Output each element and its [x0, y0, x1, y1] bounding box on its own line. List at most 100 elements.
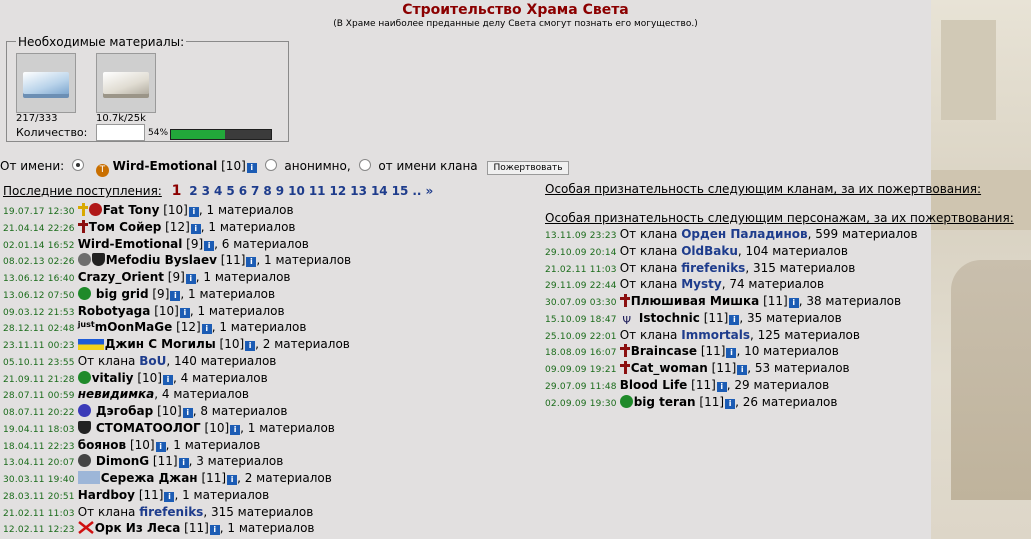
player-nickname[interactable]: DimonG — [92, 454, 149, 468]
pager-link[interactable]: 14 — [371, 184, 388, 198]
radio-self[interactable] — [72, 159, 84, 171]
alignment-icon: T — [95, 164, 109, 177]
player-nickname[interactable]: mOonMaGe — [95, 320, 173, 334]
player-nickname[interactable]: Джин С Могилы — [105, 337, 216, 351]
red-ball-icon — [88, 203, 102, 216]
pager-link[interactable]: 10 — [288, 184, 305, 198]
pager-link[interactable]: 6 — [239, 184, 247, 198]
clan-link[interactable]: firefeniks — [681, 261, 745, 275]
info-icon[interactable]: i — [725, 398, 736, 409]
info-icon[interactable]: i — [729, 314, 740, 325]
info-icon[interactable]: i — [227, 475, 238, 485]
player-nickname[interactable]: Fat Tony — [103, 203, 160, 217]
info-icon[interactable]: i — [188, 207, 199, 217]
player-nickname[interactable]: Дэгобар — [92, 404, 153, 418]
info-icon[interactable]: i — [170, 290, 181, 301]
clan-link[interactable]: BoU — [139, 354, 166, 368]
pager-link[interactable]: .. — [412, 184, 421, 198]
info-icon[interactable]: i — [185, 274, 196, 284]
player-nickname[interactable]: СТОМАТООЛОГ — [92, 421, 201, 435]
info-icon[interactable]: i — [246, 257, 257, 268]
material-count: , 1 материалов — [189, 303, 285, 318]
info-icon[interactable]: i — [190, 223, 201, 234]
donation-row: 30.03.11 19:40 Сережа Джан [11] i, 2 матер… — [3, 471, 332, 485]
player-nickname[interactable]: Braincase — [631, 344, 697, 358]
player-nickname[interactable]: Том Сойер — [89, 220, 162, 234]
material-count: , 3 материалов — [188, 454, 284, 469]
clan-link[interactable]: Immortals — [681, 328, 750, 342]
player-level: [10] — [154, 303, 179, 318]
gray-stone-slab-icon — [103, 72, 149, 94]
clan-prefix: От клана — [77, 504, 140, 519]
material-count: , 2 материалов — [237, 471, 332, 485]
pager-link[interactable]: 7 — [251, 184, 259, 198]
pager-link[interactable]: 13 — [350, 184, 367, 198]
material-slot-2[interactable] — [96, 53, 156, 113]
info-icon[interactable]: i — [737, 365, 748, 375]
donation-timestamp: 02.09.09 19:30 — [545, 398, 617, 409]
green-orb-icon — [619, 394, 633, 408]
pager-link[interactable]: 4 — [214, 184, 222, 198]
info-icon[interactable]: i — [178, 458, 189, 469]
info-icon[interactable]: i — [201, 324, 212, 335]
info-icon[interactable]: i — [179, 307, 190, 318]
player-nickname[interactable]: Орк Из Леса — [95, 521, 181, 535]
red-cross-icon — [619, 361, 630, 374]
donation-timestamp: 30.07.09 03:30 — [545, 298, 617, 308]
clan-link[interactable]: firefeniks — [139, 505, 203, 519]
quantity-input[interactable] — [96, 124, 145, 141]
player-nickname[interactable]: Сережа Джан — [101, 471, 198, 485]
info-icon[interactable]: i — [204, 240, 215, 251]
player-nickname[interactable]: big grid — [92, 287, 149, 301]
player-nickname[interactable]: Cat_woman — [631, 361, 708, 375]
player-nickname[interactable]: Плюшивая Мишка — [631, 294, 760, 308]
pager-link[interactable]: 3 — [202, 184, 210, 198]
shield-icon — [91, 253, 105, 267]
donate-button[interactable]: Пожертвовать — [487, 161, 569, 175]
pager-link[interactable]: 2 — [189, 184, 197, 198]
pager-link[interactable]: » — [425, 184, 433, 198]
info-icon[interactable]: i — [246, 163, 257, 173]
player-level: [11] — [152, 454, 178, 469]
material-count: , 1 материалов — [180, 286, 276, 301]
pager-link[interactable]: 5 — [226, 184, 234, 198]
clan-link[interactable]: OldBaku — [681, 244, 738, 258]
player-nickname[interactable]: vitaliy — [92, 371, 134, 385]
player-level: [10] — [204, 420, 230, 435]
player-nickname[interactable]: Robotyaga — [78, 304, 151, 318]
player-nickname[interactable]: Wird-Emotional — [78, 237, 183, 251]
clan-link[interactable]: Mysty — [681, 277, 721, 291]
pager-link[interactable]: 8 — [263, 184, 271, 198]
donation-timestamp: 29.07.09 11:48 — [545, 381, 617, 392]
player-nickname[interactable]: Hardboy — [78, 488, 135, 502]
info-icon[interactable]: i — [726, 348, 737, 359]
material-slot-1[interactable] — [16, 53, 76, 113]
info-icon[interactable]: i — [788, 298, 799, 308]
info-icon[interactable]: i — [230, 424, 241, 435]
radio-clan[interactable] — [358, 159, 371, 171]
info-icon[interactable]: i — [162, 374, 173, 385]
blue-stone-slab-icon — [23, 72, 69, 94]
pager-link[interactable]: 15 — [392, 184, 409, 198]
info-icon[interactable]: i — [209, 525, 220, 536]
material-count-2: 10.7k/25k — [96, 113, 146, 124]
material-count: , 104 материалов — [737, 243, 848, 258]
info-icon[interactable]: i — [245, 341, 256, 351]
info-icon[interactable]: i — [716, 381, 727, 392]
player-nickname[interactable]: Crazy_Orient — [78, 270, 164, 284]
donation-row: 28.12.11 02:48 justmOonMaGe [12] i, 1 мате… — [3, 320, 306, 335]
info-icon[interactable]: i — [164, 491, 175, 502]
player-nickname[interactable]: Istochnic — [635, 311, 700, 325]
pager-link[interactable]: 11 — [309, 184, 326, 198]
player-nickname[interactable]: Blood Life — [620, 378, 688, 392]
player-nickname[interactable]: Mefodiu Byslaev — [106, 253, 217, 267]
clan-link[interactable]: Орден Паладинов — [681, 227, 807, 241]
player-nickname[interactable]: big teran — [634, 395, 696, 409]
player-nickname[interactable]: боянов — [78, 438, 126, 452]
player-nickname[interactable]: невидимка — [78, 387, 155, 401]
radio-anonymous[interactable] — [264, 159, 277, 171]
pager-link[interactable]: 12 — [330, 184, 347, 198]
pager-link[interactable]: 9 — [276, 184, 284, 198]
info-icon[interactable]: i — [182, 408, 193, 418]
info-icon[interactable]: i — [155, 441, 166, 452]
